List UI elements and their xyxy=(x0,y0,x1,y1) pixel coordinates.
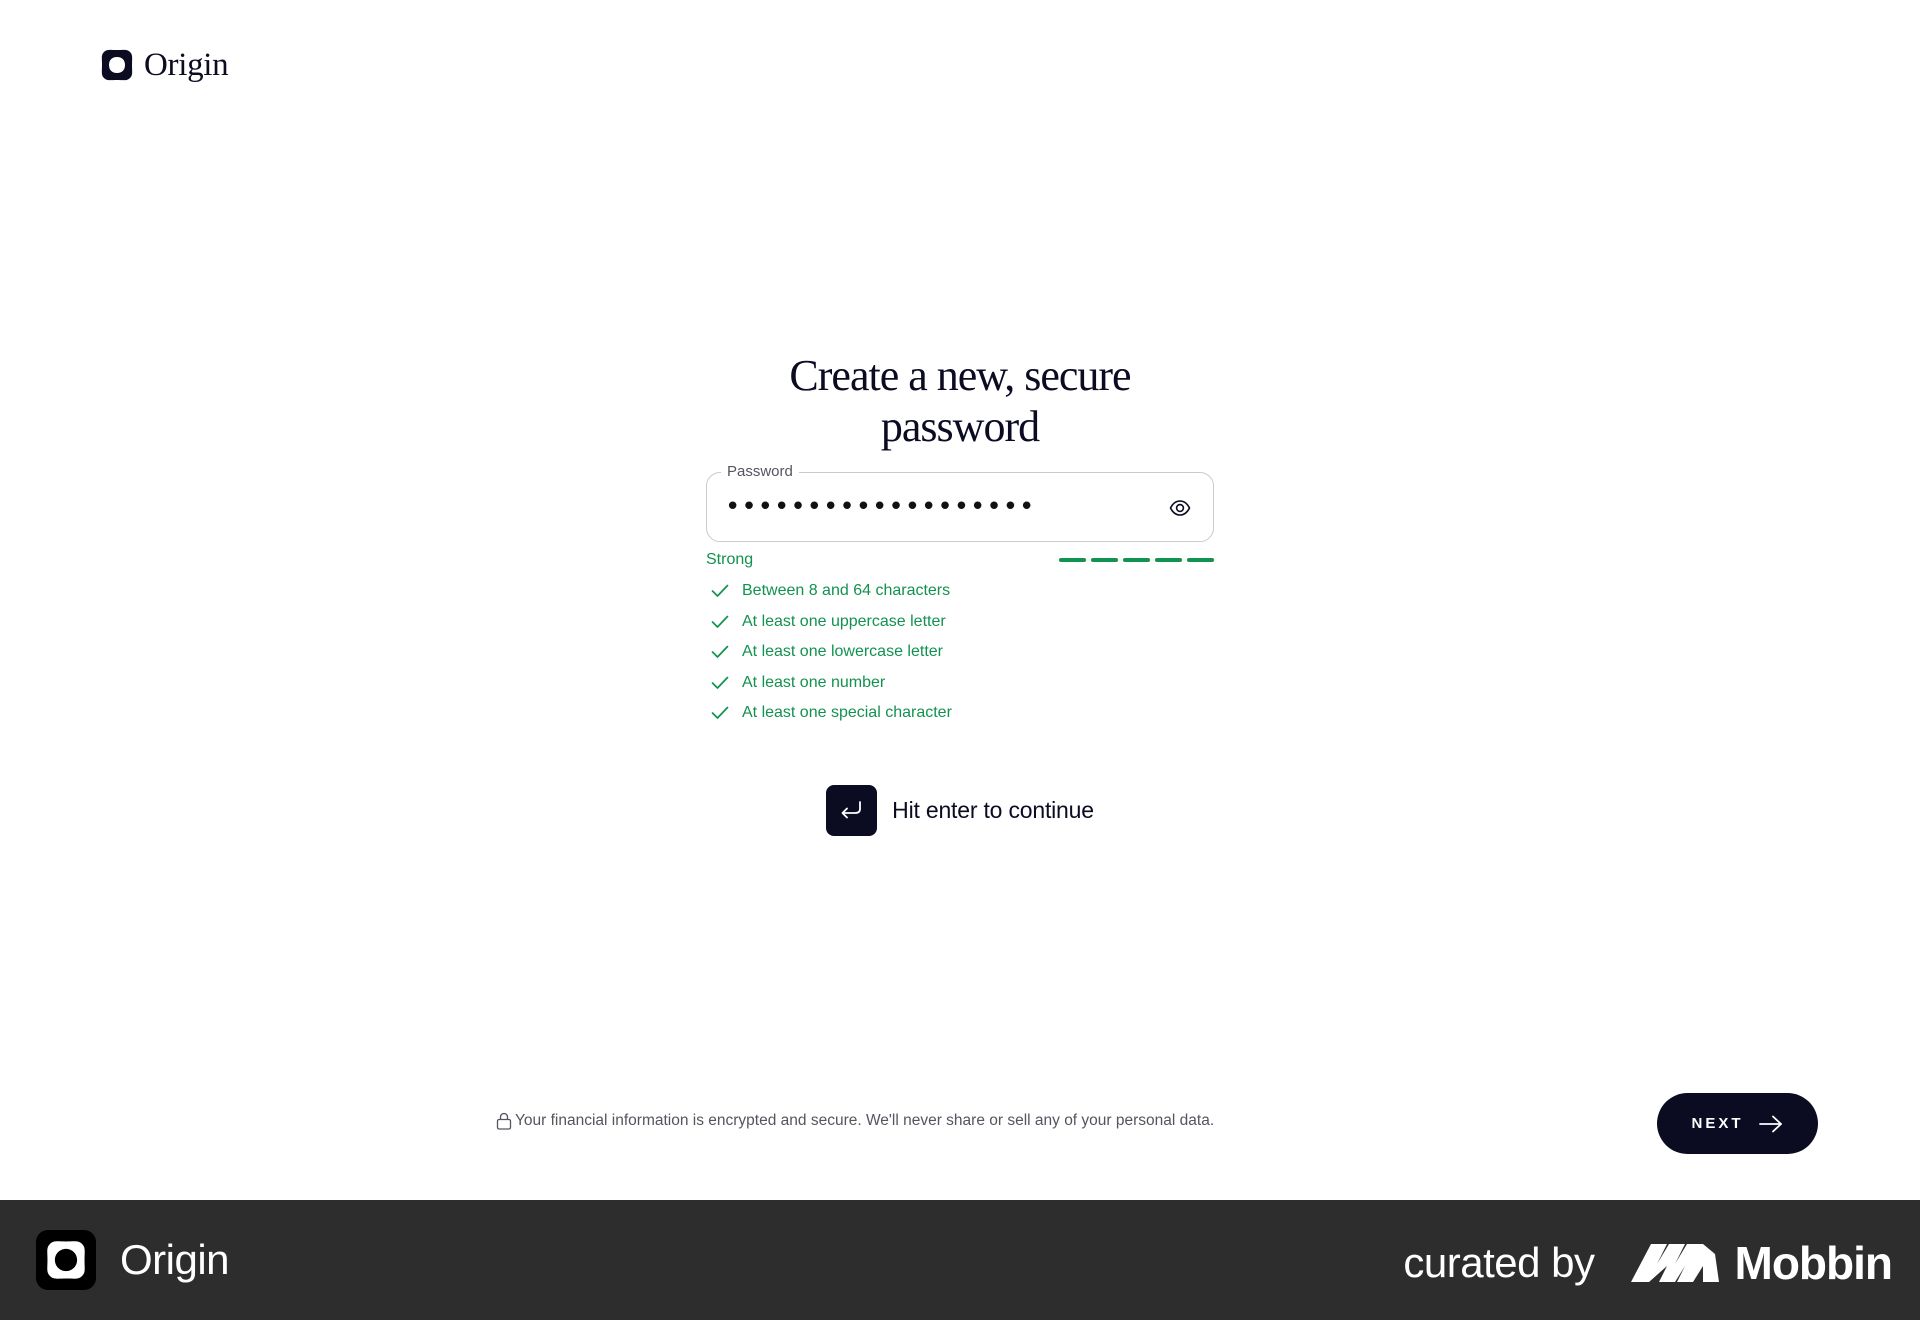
requirement-item: At least one lowercase letter xyxy=(706,637,1214,668)
security-note: Your financial information is encrypted … xyxy=(496,1112,1214,1130)
check-icon xyxy=(711,645,729,659)
check-icon xyxy=(711,706,729,720)
requirement-text: At least one uppercase letter xyxy=(742,612,946,630)
requirement-item: At least one special character xyxy=(706,698,1214,729)
footer-app-icon xyxy=(36,1230,96,1290)
password-strength: Strong xyxy=(706,550,1214,570)
curated-by-text: curated by xyxy=(1403,1239,1595,1286)
check-icon xyxy=(711,584,729,598)
strength-segment xyxy=(1187,558,1214,562)
enter-key-icon[interactable] xyxy=(826,784,878,836)
requirement-text: At least one number xyxy=(742,673,886,691)
requirement-item: Between 8 and 64 characters xyxy=(706,576,1214,607)
lock-icon xyxy=(496,1112,512,1130)
password-field[interactable]: Password xyxy=(706,462,1214,542)
requirement-text: At least one special character xyxy=(742,704,952,722)
mobbin-logo-icon xyxy=(1630,1244,1719,1282)
requirement-item: At least one uppercase letter xyxy=(706,607,1214,638)
mobbin-wordmark: Mobbin xyxy=(1734,1237,1893,1289)
footer-app-brand: Origin xyxy=(36,1230,230,1290)
strength-segment xyxy=(1123,558,1150,562)
footer-app-name: Origin xyxy=(120,1236,230,1283)
password-input[interactable] xyxy=(725,473,1145,541)
strength-segment xyxy=(1091,558,1118,562)
password-requirements: Between 8 and 64 characters At least one … xyxy=(706,576,1214,729)
footer-banner: Origin curated by Mobbin xyxy=(0,1200,1920,1320)
enter-hint: Hit enter to continue xyxy=(706,784,1214,836)
origin-logo-text: Origin xyxy=(144,46,229,83)
return-arrow-icon xyxy=(841,801,861,819)
next-button[interactable]: NEXT xyxy=(1657,1093,1818,1154)
strength-segment xyxy=(1059,558,1086,562)
requirement-text: At least one lowercase letter xyxy=(742,643,943,661)
check-icon xyxy=(711,676,729,689)
strength-segment xyxy=(1155,558,1182,562)
page-title: Create a new, secure password xyxy=(789,351,1131,451)
curated-by-mobbin: curated by Mobbin xyxy=(1403,1236,1893,1290)
next-button-label: NEXT xyxy=(1691,1115,1744,1132)
requirement-text: Between 8 and 64 characters xyxy=(742,582,951,600)
check-icon xyxy=(711,615,729,628)
origin-logo[interactable]: Origin xyxy=(100,46,229,83)
strength-label: Strong xyxy=(706,551,754,568)
eye-icon[interactable] xyxy=(1169,497,1191,519)
password-form: Create a new, secure password Password S… xyxy=(706,350,1214,836)
enter-hint-text: Hit enter to continue xyxy=(892,796,1094,823)
origin-app-icon xyxy=(47,1241,85,1279)
origin-logo-icon xyxy=(101,49,133,81)
arrow-right-icon xyxy=(1758,1115,1782,1132)
strength-meter xyxy=(1059,558,1214,562)
security-note-text: Your financial information is encrypted … xyxy=(515,1112,1215,1129)
requirement-item: At least one number xyxy=(706,668,1214,699)
